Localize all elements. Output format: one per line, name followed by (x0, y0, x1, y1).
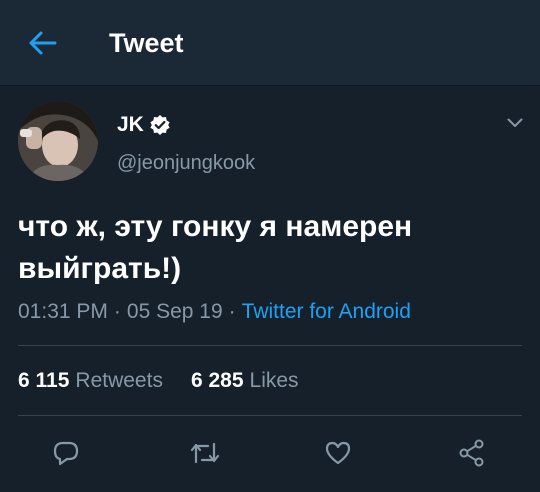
likes-count: 6 285 (190, 369, 244, 392)
retweets-count: 6 115 (18, 369, 70, 392)
chevron-down-icon (507, 118, 523, 127)
reply-icon (53, 441, 79, 466)
likes-stat[interactable]: 6 285 Likes (191, 367, 299, 395)
meta-separator: · (228, 300, 236, 323)
like-button[interactable] (318, 433, 358, 473)
tweet-meta: 01:31 PM · 05 Sep 19 · Twitter for Android (18, 298, 411, 326)
retweets-stat[interactable]: 6 115 Retweets (18, 367, 163, 395)
action-bar (0, 433, 540, 473)
arrow-left-icon (29, 31, 57, 55)
author-name-row[interactable]: JK (117, 112, 171, 138)
reply-button[interactable] (46, 433, 86, 473)
meta-separator: · (113, 300, 121, 323)
tweet-text: что ж, эту гонку я намерен выйграть!) (18, 206, 518, 290)
tweet-source-link[interactable]: Twitter for Android (242, 300, 411, 323)
retweet-button[interactable] (185, 433, 225, 473)
share-icon (459, 439, 484, 467)
likes-label: Likes (249, 369, 299, 392)
more-options-button[interactable] (502, 112, 528, 134)
avatar[interactable] (18, 101, 98, 181)
retweet-icon (190, 442, 220, 464)
author-name[interactable]: JK (117, 112, 144, 138)
retweets-label: Retweets (75, 369, 163, 392)
tweet-time: 01:31 PM (18, 300, 108, 323)
top-bar: Tweet (0, 0, 540, 86)
tweet-stats: 6 115 Retweets 6 285 Likes (18, 367, 299, 395)
back-button[interactable] (22, 26, 62, 60)
tweet-date: 05 Sep 19 (126, 300, 223, 323)
heart-icon (325, 441, 351, 465)
divider (18, 415, 522, 416)
tweet-text-line: что ж, эту гонку я намерен (18, 210, 413, 243)
tweet-text-line: выйграть!) (18, 252, 182, 285)
page-title: Tweet (109, 28, 184, 58)
verified-badge-icon (149, 114, 171, 136)
share-button[interactable] (452, 433, 492, 473)
author-handle[interactable]: @jeonjungkook (117, 150, 255, 176)
divider (18, 345, 522, 346)
